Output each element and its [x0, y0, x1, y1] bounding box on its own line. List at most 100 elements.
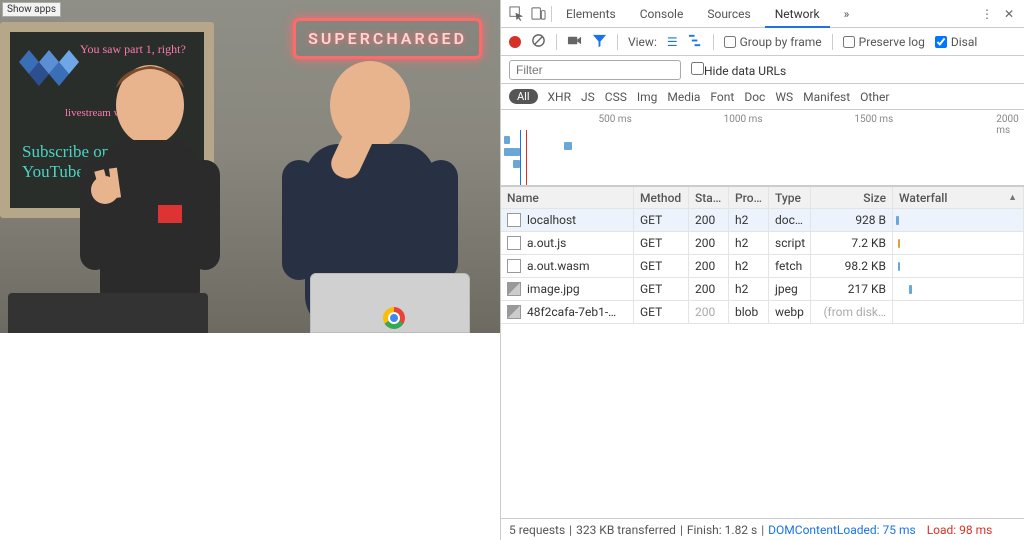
cell-name: 48f2cafa-7eb1-…: [527, 305, 616, 319]
status-dcl: DOMContentLoaded: 75 ms: [768, 523, 916, 537]
person-left: [70, 50, 230, 330]
type-filter-bar: All XHR JS CSS Img Media Font Doc WS Man…: [501, 84, 1024, 110]
type-media[interactable]: Media: [667, 90, 700, 104]
device-icon[interactable]: [529, 5, 547, 23]
devtools-panel: Elements Console Sources Network » ⋮ ✕ V…: [500, 0, 1024, 540]
timeline-tick: 1500 ms: [854, 114, 893, 125]
type-ws[interactable]: WS: [775, 90, 793, 104]
video-scene: You saw part 1, right? livestream woo Su…: [0, 0, 500, 333]
cell-protocol: blob: [729, 301, 769, 323]
cell-status: 200: [689, 301, 729, 323]
clear-icon[interactable]: [531, 33, 546, 51]
col-protocol[interactable]: Pro…: [729, 187, 769, 208]
table-row[interactable]: localhostGET200h2doc…928 B: [501, 209, 1024, 232]
cell-method: GET: [634, 232, 689, 254]
cell-waterfall: [893, 232, 1024, 254]
timeline-bar: [564, 142, 572, 150]
type-css[interactable]: CSS: [605, 90, 627, 104]
filter-input[interactable]: [509, 60, 681, 80]
table-row[interactable]: a.out.jsGET200h2script7.2 KB: [501, 232, 1024, 255]
cell-size: 7.2 KB: [811, 232, 893, 254]
disable-cache-checkbox[interactable]: Disal: [935, 35, 977, 49]
col-method[interactable]: Method: [634, 187, 689, 208]
cell-type: doc…: [769, 209, 811, 231]
table-row[interactable]: image.jpgGET200h2jpeg217 KB: [501, 278, 1024, 301]
cell-status: 200: [689, 209, 729, 231]
status-finish: Finish: 1.82 s: [687, 523, 757, 537]
cell-waterfall: [893, 209, 1024, 231]
file-icon: [507, 282, 521, 296]
col-waterfall[interactable]: Waterfall▲: [893, 187, 1024, 208]
col-name[interactable]: Name: [501, 187, 634, 208]
type-img[interactable]: Img: [637, 90, 658, 104]
view-label: View:: [628, 35, 657, 49]
type-manifest[interactable]: Manifest: [803, 90, 850, 104]
cell-name: a.out.wasm: [527, 259, 590, 273]
cell-protocol: h2: [729, 255, 769, 277]
cell-waterfall: [893, 301, 1024, 323]
col-status[interactable]: Sta…: [689, 187, 729, 208]
type-all[interactable]: All: [509, 89, 538, 104]
view-list-icon[interactable]: ☰: [667, 35, 678, 49]
type-font[interactable]: Font: [710, 90, 734, 104]
hide-data-urls-checkbox[interactable]: Hide data URLs: [691, 62, 786, 78]
tab-more[interactable]: »: [834, 0, 860, 28]
timeline-tick: 2000 ms: [996, 114, 1018, 136]
type-js[interactable]: JS: [581, 90, 595, 104]
cell-type: webp: [769, 301, 811, 323]
group-by-frame-checkbox[interactable]: Group by frame: [724, 35, 822, 49]
timeline-overview[interactable]: 500 ms1000 ms1500 ms2000 ms: [501, 110, 1024, 186]
devtools-tabs: Elements Console Sources Network » ⋮ ✕: [501, 0, 1024, 28]
show-apps-tooltip: Show apps: [2, 2, 61, 17]
cell-type: jpeg: [769, 278, 811, 300]
close-icon[interactable]: ✕: [1000, 5, 1018, 23]
cell-status: 200: [689, 255, 729, 277]
cell-protocol: h2: [729, 209, 769, 231]
record-button[interactable]: [509, 36, 521, 48]
type-xhr[interactable]: XHR: [548, 90, 571, 104]
cell-protocol: h2: [729, 278, 769, 300]
status-transferred: 323 KB transferred: [576, 523, 676, 537]
requests-table: Name Method Sta… Pro… Type Size Waterfal…: [501, 186, 1024, 518]
table-row[interactable]: 48f2cafa-7eb1-…GET200blobwebp(from disk…: [501, 301, 1024, 324]
col-type[interactable]: Type: [769, 187, 811, 208]
timeline-bar: [513, 160, 520, 168]
status-requests: 5 requests: [509, 523, 565, 537]
network-toolbar: View: ☰ Group by frame Preserve log Disa…: [501, 28, 1024, 56]
page-content: You saw part 1, right? livestream woo Su…: [0, 0, 500, 333]
table-row[interactable]: a.out.wasm GET200h2fetch98.2 KB: [501, 255, 1024, 278]
cell-name: a.out.js: [527, 236, 566, 250]
kebab-menu-icon[interactable]: ⋮: [978, 5, 996, 23]
cell-size: 98.2 KB: [811, 255, 893, 277]
preserve-log-checkbox[interactable]: Preserve log: [843, 35, 925, 49]
cell-protocol: h2: [729, 232, 769, 254]
cell-waterfall: [893, 255, 1024, 277]
cell-status: 200: [689, 232, 729, 254]
table-header[interactable]: Name Method Sta… Pro… Type Size Waterfal…: [501, 186, 1024, 209]
inspect-icon[interactable]: [507, 5, 525, 23]
filter-bar: Hide data URLs: [501, 56, 1024, 84]
cell-size: (from disk…: [811, 301, 893, 323]
cell-method: GET: [634, 209, 689, 231]
timeline-bar: [504, 148, 520, 156]
file-icon: [507, 236, 521, 250]
tab-console[interactable]: Console: [630, 0, 694, 28]
type-doc[interactable]: Doc: [744, 90, 765, 104]
status-bar: 5 requests | 323 KB transferred | Finish…: [501, 518, 1024, 540]
tab-elements[interactable]: Elements: [556, 0, 626, 28]
col-size[interactable]: Size: [811, 187, 893, 208]
tab-network[interactable]: Network: [765, 0, 830, 28]
view-waterfall-icon[interactable]: [688, 33, 703, 51]
cell-name: localhost: [527, 213, 576, 227]
tab-sources[interactable]: Sources: [697, 0, 760, 28]
timeline-tick: 1000 ms: [724, 114, 763, 125]
camera-icon[interactable]: [567, 33, 582, 51]
filter-icon[interactable]: [592, 33, 607, 51]
cell-method: GET: [634, 255, 689, 277]
cell-type: fetch: [769, 255, 811, 277]
file-icon: [507, 305, 521, 319]
type-other[interactable]: Other: [860, 90, 889, 104]
file-icon: [507, 259, 521, 273]
cell-method: GET: [634, 278, 689, 300]
cell-status: 200: [689, 278, 729, 300]
